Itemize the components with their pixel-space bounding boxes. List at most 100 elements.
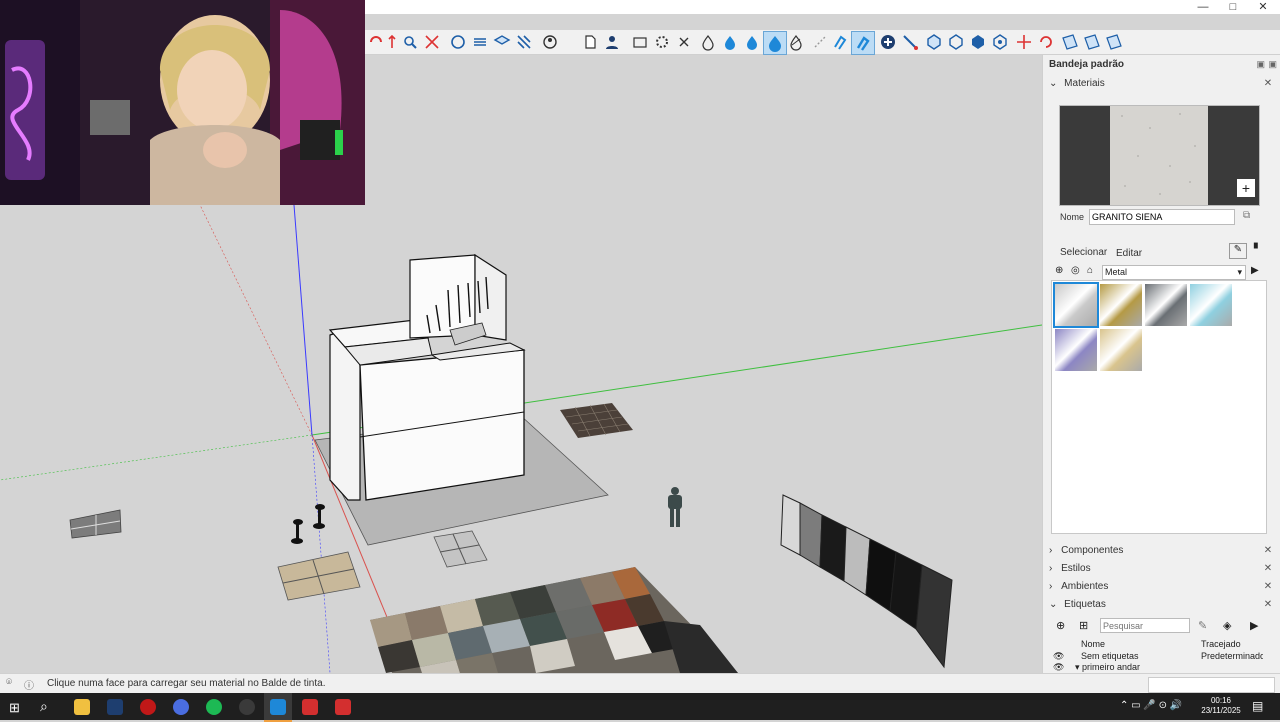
pencil-icon[interactable]: ✎	[1198, 619, 1207, 632]
user-icon[interactable]	[603, 33, 621, 51]
bar-stools	[291, 504, 325, 544]
environments-close-icon[interactable]: ✕	[1262, 581, 1274, 593]
visibility-eye-icon[interactable]: 👁	[1053, 651, 1064, 662]
section-plane-icon[interactable]	[471, 33, 489, 51]
create-material-button[interactable]: +	[1237, 179, 1255, 197]
tape-measure-icon[interactable]	[811, 33, 829, 51]
add-material-icon[interactable]: ⊕	[1055, 265, 1063, 276]
water-fill-icon[interactable]	[743, 33, 761, 51]
material-swatch[interactable]	[1190, 284, 1232, 326]
minimize-button[interactable]: —	[1188, 0, 1218, 14]
components-header[interactable]: › Componentes ✕	[1049, 543, 1274, 559]
tab-select[interactable]: Selecionar	[1060, 247, 1107, 258]
file-explorer-icon[interactable]	[74, 699, 90, 715]
tag-row-dash[interactable]: Predeterminado	[1201, 651, 1263, 661]
add-tag-icon[interactable]: ⊕	[1056, 619, 1065, 632]
new-document-icon[interactable]	[581, 33, 599, 51]
copy-icon[interactable]: ⧉	[1243, 210, 1250, 221]
tray-close-icon[interactable]: ▣	[1268, 59, 1277, 70]
materials-close-icon[interactable]: ✕	[1262, 78, 1274, 90]
close-icon[interactable]	[675, 33, 693, 51]
visibility-eye-icon[interactable]: 👁	[1053, 662, 1064, 673]
detail-icon[interactable]: ▝	[1250, 244, 1258, 255]
grid2-icon[interactable]	[1083, 33, 1101, 51]
obs-icon[interactable]	[239, 699, 255, 715]
hexagon-solid-icon[interactable]	[969, 33, 987, 51]
materials-header[interactable]: ⌄ Materiais ✕	[1049, 76, 1274, 92]
home-icon[interactable]: ⌂	[1087, 265, 1093, 276]
windows-start-icon[interactable]: ⊞	[9, 700, 20, 716]
material-swatch[interactable]	[1100, 284, 1142, 326]
rotate-icon[interactable]	[1037, 33, 1055, 51]
app-red-2-icon[interactable]	[335, 699, 351, 715]
styles-close-icon[interactable]: ✕	[1262, 563, 1274, 575]
material-swatch[interactable]	[1145, 284, 1187, 326]
magnet-icon[interactable]	[831, 33, 849, 51]
water-icon[interactable]	[721, 33, 739, 51]
notification-icon[interactable]: ▤	[1252, 699, 1263, 713]
zoom-extents-icon[interactable]	[423, 33, 441, 51]
components-close-icon[interactable]: ✕	[1262, 545, 1274, 557]
tags-col-name[interactable]: Nome	[1081, 639, 1105, 649]
measurements-box[interactable]	[1148, 677, 1275, 693]
chevron-right-icon: ›	[1049, 581, 1053, 592]
zoom-icon[interactable]	[401, 33, 419, 51]
styles-header[interactable]: › Estilos ✕	[1049, 561, 1274, 577]
user-settings-icon[interactable]	[541, 33, 559, 51]
add-circle-icon[interactable]	[879, 33, 897, 51]
material-swatch[interactable]	[1053, 282, 1099, 328]
paint-bucket-button[interactable]	[763, 31, 787, 55]
material-name-field[interactable]	[1089, 209, 1235, 225]
search-icon[interactable]: ⌕	[40, 698, 48, 715]
environments-header[interactable]: › Ambientes ✕	[1049, 579, 1274, 595]
move-icon[interactable]	[1015, 33, 1033, 51]
magnet-active-icon	[856, 36, 870, 51]
red-axis-negative	[199, 204, 313, 436]
hexagon-dot-icon[interactable]	[991, 33, 1009, 51]
hexagon-icon[interactable]	[925, 33, 943, 51]
material-swatch[interactable]	[1100, 329, 1142, 371]
material-swatch[interactable]	[1055, 329, 1097, 371]
snap-button[interactable]	[851, 31, 875, 55]
section-fill-icon[interactable]	[515, 33, 533, 51]
app-a-icon[interactable]	[107, 699, 123, 715]
tag-row-name[interactable]: ▾ primeiro andar	[1075, 662, 1140, 673]
tag-row-name[interactable]: Sem etiquetas	[1081, 651, 1139, 661]
line-tool-icon[interactable]	[901, 33, 919, 51]
drop-icon[interactable]	[699, 33, 717, 51]
rectangle-icon[interactable]	[631, 33, 649, 51]
opera-icon[interactable]	[140, 699, 156, 715]
tag-color-icon[interactable]: ◈	[1223, 619, 1231, 632]
close-button[interactable]: ✕	[1248, 0, 1278, 14]
info-icon[interactable]: ⓘ	[24, 677, 34, 692]
grid-icon[interactable]	[1061, 33, 1079, 51]
geo-icon[interactable]: ⌾	[6, 677, 12, 688]
tab-edit[interactable]: Editar	[1116, 248, 1142, 259]
tags-col-dash[interactable]: Tracejado	[1201, 639, 1241, 649]
tag-details-icon[interactable]: ▶	[1250, 619, 1258, 632]
app-red-1-icon[interactable]	[302, 699, 318, 715]
spotify-icon[interactable]	[206, 699, 222, 715]
maximize-button[interactable]: □	[1218, 0, 1248, 14]
tags-close-icon[interactable]: ✕	[1262, 599, 1274, 611]
hexagon-outline-icon[interactable]	[947, 33, 965, 51]
sample-paint-icon[interactable]: ✎	[1229, 243, 1247, 259]
gear-icon[interactable]	[653, 33, 671, 51]
app-globe-icon[interactable]	[173, 699, 189, 715]
erase-icon[interactable]	[787, 33, 805, 51]
clock[interactable]: 00:16 23/11/2025	[1199, 696, 1243, 716]
tags-header[interactable]: ⌄ Etiquetas ✕	[1049, 597, 1274, 613]
system-tray-icons[interactable]: ⌃ ▭ 🎤 ⊙ 🔊	[1120, 700, 1182, 711]
sketchup-task-button[interactable]	[264, 693, 292, 722]
upper-wall	[409, 254, 476, 339]
grid3-icon[interactable]	[1105, 33, 1123, 51]
library-select[interactable]: Metal ▾	[1102, 265, 1246, 280]
in-model-icon[interactable]: ◎	[1071, 265, 1080, 276]
pin-icon[interactable]: ▣	[1256, 59, 1265, 70]
pan-icon[interactable]	[383, 33, 401, 51]
layers-icon[interactable]	[493, 33, 511, 51]
add-folder-icon[interactable]: ⊞	[1079, 619, 1088, 632]
tag-search-input[interactable]	[1100, 618, 1190, 633]
details-arrow-icon[interactable]: ▶	[1251, 265, 1259, 276]
view-iso-icon[interactable]	[449, 33, 467, 51]
